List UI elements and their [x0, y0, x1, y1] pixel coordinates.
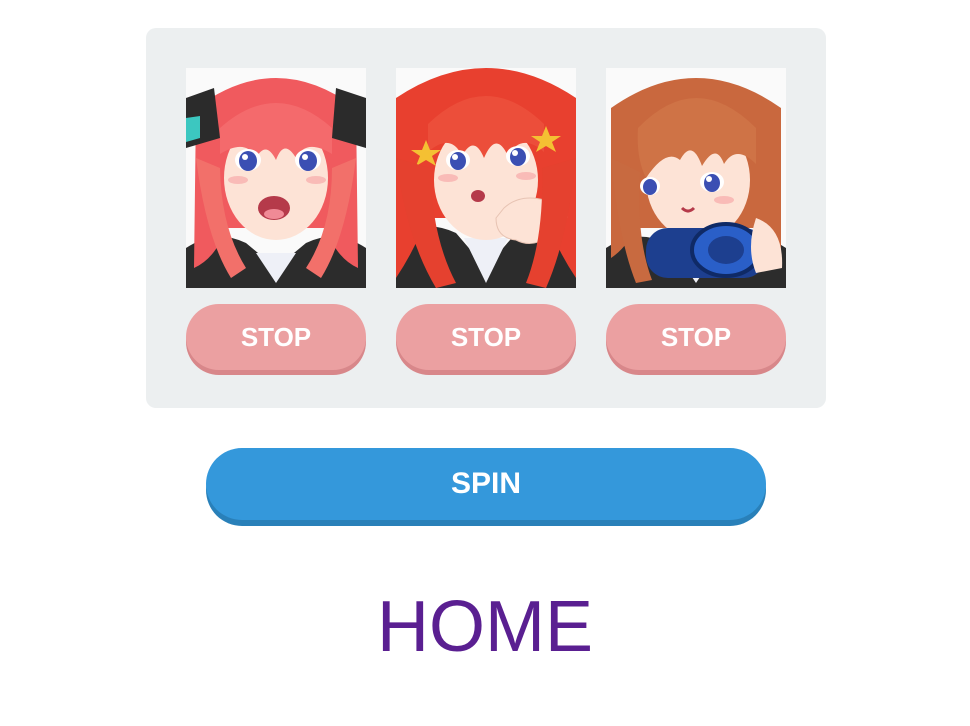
- reel-3-character-image: [606, 68, 786, 288]
- slot-machine-panel: STOP STOP STOP: [146, 28, 826, 408]
- reel-3-stop-button[interactable]: STOP: [606, 304, 786, 370]
- character-portrait-3-icon: [606, 68, 786, 288]
- character-portrait-1-icon: [186, 68, 366, 288]
- character-portrait-2-icon: [396, 68, 576, 288]
- spin-button[interactable]: SPIN: [206, 448, 766, 520]
- reel-2-stop-button[interactable]: STOP: [396, 304, 576, 370]
- reel-2: STOP: [396, 68, 576, 370]
- reel-1-character-image: [186, 68, 366, 288]
- reel-3: STOP: [606, 68, 786, 370]
- home-link[interactable]: HOME: [0, 582, 970, 672]
- reel-1-stop-button[interactable]: STOP: [186, 304, 366, 370]
- reel-2-character-image: [396, 68, 576, 288]
- reel-1: STOP: [186, 68, 366, 370]
